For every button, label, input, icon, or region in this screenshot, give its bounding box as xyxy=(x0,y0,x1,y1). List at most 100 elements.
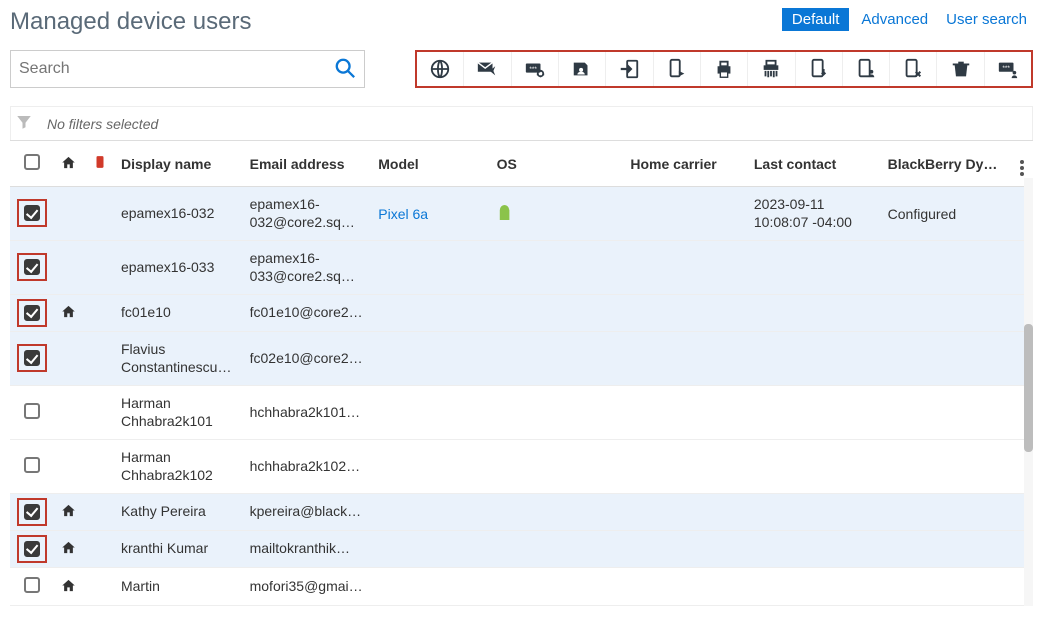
home-carrier xyxy=(624,295,748,332)
column-blackberry[interactable]: BlackBerry Dyn… xyxy=(882,141,1011,187)
page-title: Managed device users xyxy=(10,8,251,36)
tab-default[interactable]: Default xyxy=(782,8,850,31)
email-address: epamex16-032@core2.sq… xyxy=(250,196,367,231)
column-menu-icon[interactable] xyxy=(1020,160,1024,176)
shred-icon[interactable] xyxy=(748,52,795,86)
display-name: epamex16-033 xyxy=(121,259,238,277)
display-name: Martin xyxy=(121,578,238,596)
globe-icon[interactable] xyxy=(417,52,464,86)
display-name: epamex16-032 xyxy=(121,205,238,223)
table-row[interactable]: Harman Chhabra2k101 hchhabra2k101… xyxy=(10,386,1033,440)
blackberry-status xyxy=(882,568,1011,606)
select-all-cell xyxy=(10,141,53,187)
blackberry-status xyxy=(882,440,1011,494)
table-row[interactable]: epamex16-033 epamex16-033@core2.sq… xyxy=(10,241,1033,295)
table-row[interactable]: fc01e10fc01e10@core2… xyxy=(10,295,1033,332)
send-email-icon[interactable] xyxy=(464,52,511,86)
home-icon xyxy=(61,306,76,322)
blackberry-status xyxy=(882,494,1011,531)
table-row[interactable]: Harman Chhabra2k102 hchhabra2k102… xyxy=(10,440,1033,494)
home-carrier xyxy=(624,241,748,295)
action-toolbar: *** *** xyxy=(415,50,1033,88)
assign-group-icon[interactable] xyxy=(559,52,606,86)
email-address: fc02e10@core2… xyxy=(250,350,367,368)
device-remove-icon[interactable] xyxy=(890,52,937,86)
trash-icon[interactable] xyxy=(937,52,984,86)
blackberry-status xyxy=(882,241,1011,295)
column-display-name[interactable]: Display name xyxy=(115,141,244,187)
filter-text: No filters selected xyxy=(47,116,158,132)
email-address: hchhabra2k101… xyxy=(250,404,367,422)
column-email[interactable]: Email address xyxy=(244,141,373,187)
blackberry-status xyxy=(882,531,1011,568)
home-carrier xyxy=(624,494,748,531)
users-table: Display name Email address Model OS Home… xyxy=(10,140,1033,606)
filter-icon[interactable] xyxy=(15,113,33,134)
home-icon xyxy=(61,580,76,596)
home-carrier xyxy=(624,440,748,494)
email-address: hchhabra2k102… xyxy=(250,458,367,476)
row-checkbox[interactable] xyxy=(24,205,40,221)
column-model[interactable]: Model xyxy=(372,141,490,187)
device-action-icon[interactable] xyxy=(654,52,701,86)
row-checkbox[interactable] xyxy=(24,504,40,520)
select-all-checkbox[interactable] xyxy=(24,154,40,170)
email-address: mofori35@gmai… xyxy=(250,578,367,596)
table-row[interactable]: Flavius Constantinescu… fc02e10@core2… xyxy=(10,332,1033,386)
home-icon[interactable] xyxy=(61,157,76,173)
email-address: kpereira@black… xyxy=(250,503,367,521)
android-icon xyxy=(497,204,513,220)
device-download-icon[interactable] xyxy=(796,52,843,86)
home-carrier xyxy=(624,386,748,440)
row-checkbox[interactable] xyxy=(24,541,40,557)
column-home xyxy=(53,141,84,187)
blackberry-status xyxy=(882,332,1011,386)
model-link[interactable]: Pixel 6a xyxy=(378,206,428,222)
home-carrier xyxy=(624,187,748,241)
search-icon[interactable] xyxy=(334,57,356,82)
table-row[interactable]: kranthi Kumar mailtokranthik… xyxy=(10,531,1033,568)
display-name: kranthi Kumar xyxy=(121,540,238,558)
table-header-row: Display name Email address Model OS Home… xyxy=(10,141,1033,187)
row-checkbox[interactable] xyxy=(24,350,40,366)
table-row[interactable]: Kathy Pereirakpereira@black… xyxy=(10,494,1033,531)
blackberry-status xyxy=(882,386,1011,440)
display-name: fc01e10 xyxy=(121,304,238,322)
column-last-contact[interactable]: Last contact xyxy=(748,141,882,187)
svg-text:***: *** xyxy=(1002,65,1010,72)
scrollbar-thumb[interactable] xyxy=(1024,324,1033,452)
home-icon xyxy=(61,542,76,558)
email-address: mailtokranthik… xyxy=(250,540,367,558)
row-checkbox[interactable] xyxy=(24,403,40,419)
search-input[interactable] xyxy=(15,56,334,82)
row-checkbox[interactable] xyxy=(24,259,40,275)
display-name: Flavius Constantinescu… xyxy=(121,341,238,376)
email-address: epamex16-033@core2.sq… xyxy=(250,250,367,285)
device-user-icon[interactable] xyxy=(843,52,890,86)
vertical-scrollbar[interactable] xyxy=(1024,178,1033,606)
column-os[interactable]: OS xyxy=(491,141,625,187)
row-checkbox[interactable] xyxy=(24,305,40,321)
column-carrier[interactable]: Home carrier xyxy=(624,141,748,187)
home-carrier xyxy=(624,332,748,386)
row-checkbox[interactable] xyxy=(24,577,40,593)
print-icon[interactable] xyxy=(701,52,748,86)
table-row[interactable]: Martin mofori35@gmai… xyxy=(10,568,1033,606)
display-name: Harman Chhabra2k101 xyxy=(121,395,238,430)
password-user-icon[interactable]: *** xyxy=(985,52,1031,86)
home-icon xyxy=(61,505,76,521)
set-password-icon[interactable]: *** xyxy=(512,52,559,86)
last-contact: 2023-09-11 10:08:07 -04:00 xyxy=(754,196,876,231)
blackberry-status xyxy=(882,295,1011,332)
svg-text:***: *** xyxy=(529,66,537,73)
row-checkbox[interactable] xyxy=(24,457,40,473)
home-carrier xyxy=(624,531,748,568)
export-icon[interactable] xyxy=(606,52,653,86)
display-name: Harman Chhabra2k102 xyxy=(121,449,238,484)
table-row[interactable]: epamex16-032 epamex16-032@core2.sq… Pixel … xyxy=(10,187,1033,241)
tab-advanced[interactable]: Advanced xyxy=(855,8,934,31)
filter-bar: No filters selected xyxy=(10,106,1033,140)
tab-user-search[interactable]: User search xyxy=(940,8,1033,31)
search-box[interactable] xyxy=(10,50,365,88)
alert-device-icon[interactable] xyxy=(93,158,107,174)
